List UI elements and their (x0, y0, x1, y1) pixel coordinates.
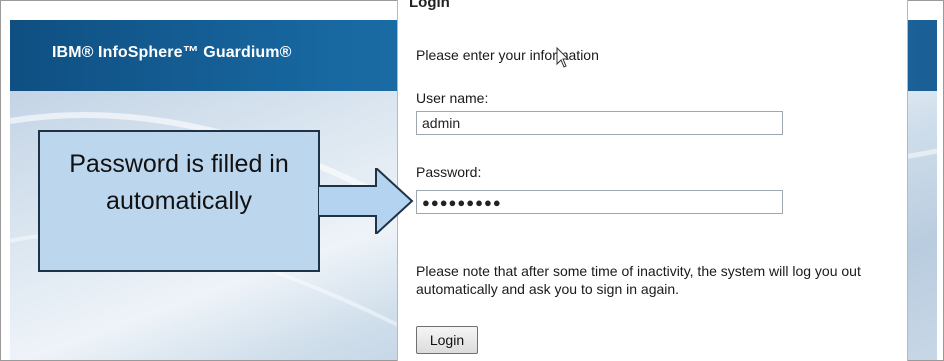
callout-text: Password is filled in automatically (69, 150, 289, 215)
brand-title: IBM® InfoSphere™ Guardium® (52, 44, 292, 61)
username-label: User name: (416, 90, 489, 106)
login-heading: Login (409, 0, 450, 11)
login-instruction: Please enter your information (416, 47, 599, 63)
username-value: admin (422, 115, 461, 131)
arrow-right-icon (318, 168, 414, 234)
password-value: ●●●●●●●●● (422, 195, 502, 210)
password-label: Password: (416, 164, 482, 180)
login-button[interactable]: Login (416, 326, 478, 354)
username-field[interactable]: admin (416, 111, 783, 135)
password-field[interactable]: ●●●●●●●●● (416, 190, 783, 214)
inactivity-note: Please note that after some time of inac… (416, 263, 861, 297)
arrow-cursor-icon (556, 47, 570, 68)
